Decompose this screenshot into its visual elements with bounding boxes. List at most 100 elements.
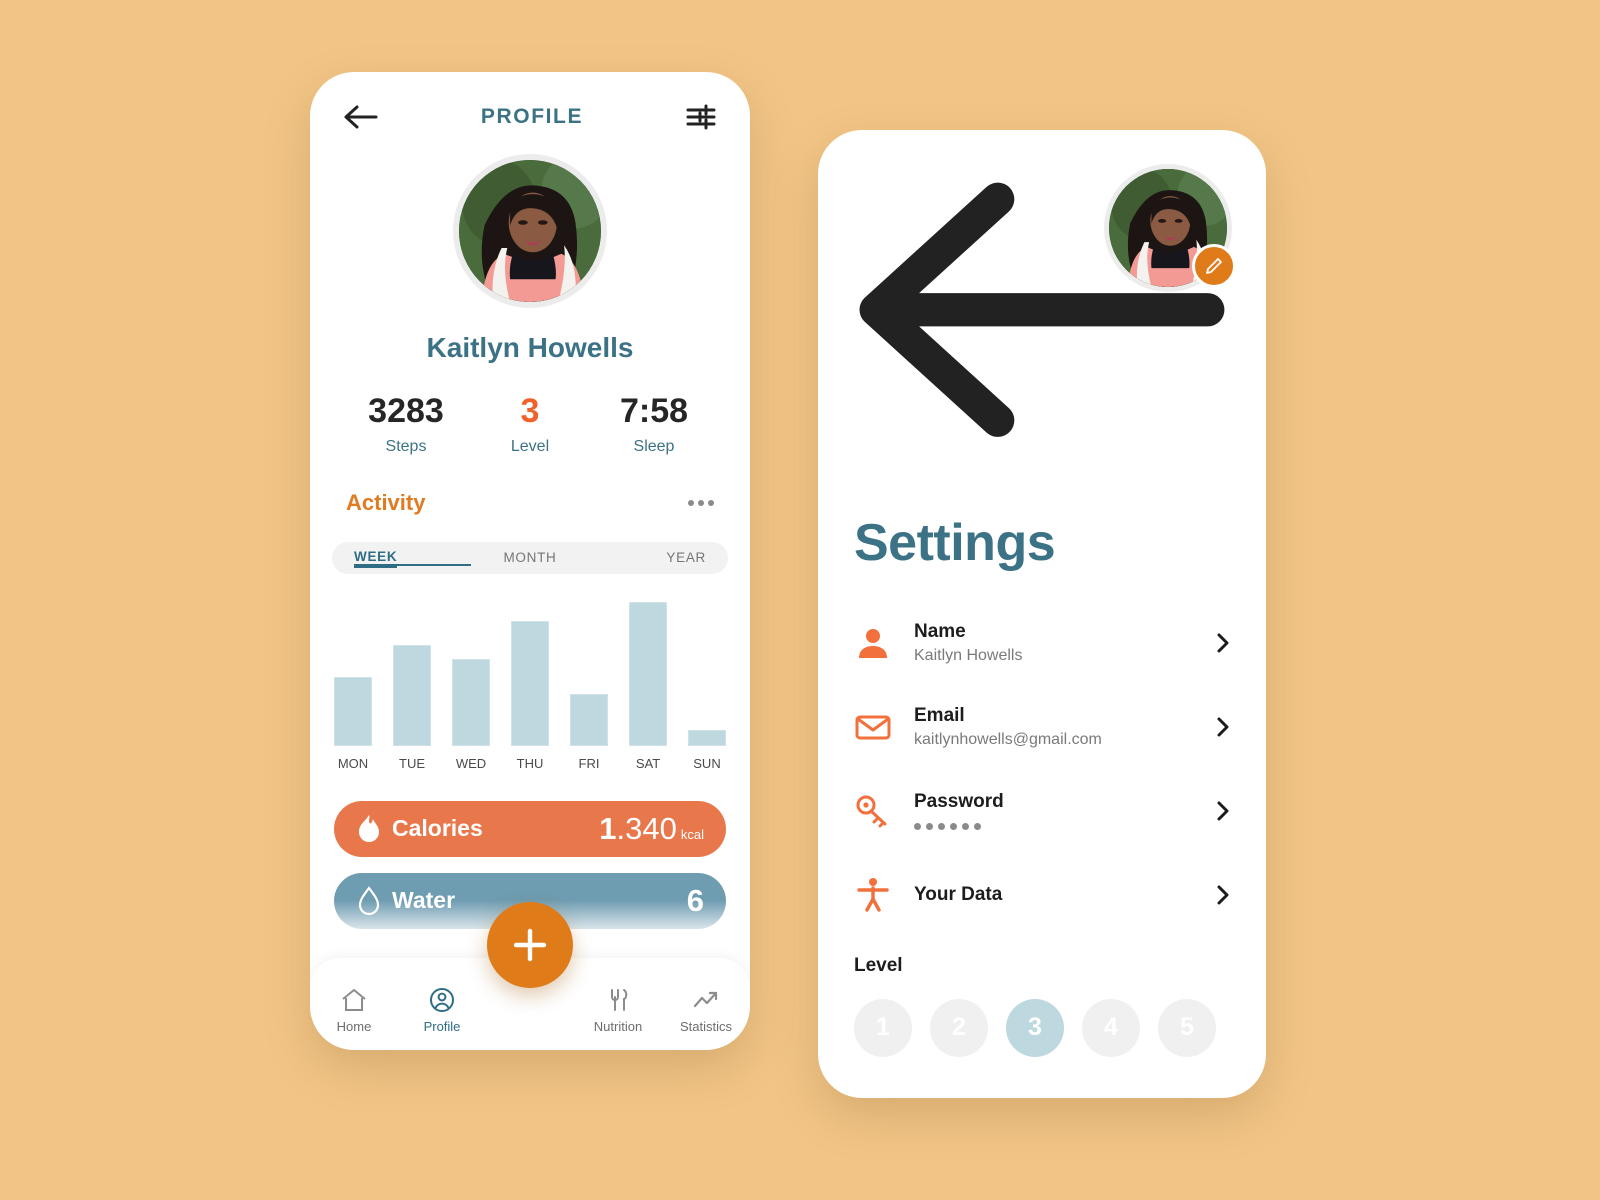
- stat-level: 3 Level: [468, 392, 592, 456]
- metric-name: Calories: [392, 815, 483, 842]
- level-option-3[interactable]: 3: [1006, 998, 1064, 1057]
- bar-label: THU: [516, 755, 544, 771]
- bar-column: [629, 596, 667, 746]
- calories-card[interactable]: Calories 1.340 kcal: [334, 800, 726, 857]
- bar: [688, 729, 726, 746]
- chevron-right-icon[interactable]: [1216, 800, 1230, 822]
- range-tab-month[interactable]: MONTH: [471, 550, 588, 565]
- nav-item-statistics[interactable]: Statistics: [662, 975, 750, 1034]
- stat-label: Sleep: [633, 437, 675, 455]
- home-icon: [340, 987, 368, 1013]
- setting-row-password[interactable]: Password: [854, 769, 1230, 853]
- level-selector: 12345: [854, 998, 1230, 1057]
- nav-item-profile[interactable]: Profile: [398, 975, 486, 1034]
- metric-value-main: 1: [599, 810, 617, 846]
- stat-label: Level: [510, 437, 550, 455]
- settings-list-secondary: Notification Social connections: [818, 1057, 1266, 1098]
- user-circle-icon: [428, 987, 456, 1013]
- metric-name: Water: [392, 887, 456, 914]
- flame-icon: [356, 814, 382, 844]
- settings-phone-frame: Settings Name Kaitlyn Howells Email kait…: [818, 130, 1266, 1098]
- setting-row-email[interactable]: Email kaitlynhowells@gmail.com: [854, 685, 1230, 769]
- activity-bar-chart: [334, 574, 726, 746]
- bar-column: [511, 596, 549, 746]
- activity-title: Activity: [346, 489, 426, 515]
- stat-steps: 3283 Steps: [344, 392, 468, 456]
- bar-label: MON: [337, 755, 369, 771]
- back-arrow-icon[interactable]: [344, 104, 378, 130]
- setting-label: Password: [914, 791, 1004, 813]
- metric-value-main: 6: [686, 882, 704, 918]
- avatar[interactable]: [1104, 164, 1236, 292]
- nav-label: Home: [336, 1018, 372, 1034]
- bar-column: [570, 596, 608, 746]
- settings-list: Name Kaitlyn Howells Email kaitlynhowell…: [818, 573, 1266, 937]
- password-masked-value: [914, 823, 1216, 831]
- page-title: Settings: [854, 513, 1056, 572]
- pencil-icon: [1206, 258, 1222, 274]
- level-option-4[interactable]: 4: [1082, 998, 1140, 1057]
- bar-column: [688, 596, 726, 746]
- avatar[interactable]: [453, 154, 607, 308]
- level-option-1[interactable]: 1: [854, 998, 912, 1057]
- avatar-photo: [459, 160, 601, 302]
- level-heading: Level: [854, 954, 903, 976]
- bar: [629, 601, 667, 746]
- profile-topbar: PROFILE: [310, 72, 750, 130]
- tune-sliders-icon[interactable]: [686, 104, 716, 130]
- fork-knife-icon: [604, 987, 632, 1013]
- metric-value: 6: [687, 883, 704, 919]
- chevron-right-icon[interactable]: [1216, 716, 1230, 738]
- range-tab-year[interactable]: YEAR: [589, 550, 706, 565]
- stats-row: 3283 Steps 3 Level 7:58 Sleep: [310, 392, 750, 456]
- setting-value: Kaitlyn Howells: [914, 646, 1023, 664]
- bar: [393, 644, 431, 746]
- metric-value-rest: .340: [616, 810, 677, 846]
- stat-value: 3: [520, 392, 540, 430]
- activity-header: Activity: [310, 456, 750, 516]
- stat-value: 7:58: [619, 392, 689, 430]
- bar: [452, 658, 490, 746]
- key-icon: [854, 792, 892, 830]
- add-button[interactable]: [487, 902, 573, 988]
- nav-item-home[interactable]: Home: [310, 975, 398, 1034]
- nav-label: Nutrition: [593, 1018, 643, 1034]
- bar-label: WED: [455, 755, 487, 771]
- bar-column: [393, 596, 431, 746]
- level-option-5[interactable]: 5: [1158, 998, 1216, 1057]
- stat-value: 3283: [368, 392, 444, 430]
- bar-label: SAT: [635, 755, 661, 771]
- setting-label: Your Data: [914, 883, 1003, 905]
- bar-label: TUE: [399, 755, 425, 771]
- range-tab-label: WEEK: [354, 549, 398, 569]
- stat-label: Steps: [385, 437, 427, 455]
- user-name: Kaitlyn Howells: [426, 332, 634, 363]
- level-option-2[interactable]: 2: [930, 998, 988, 1057]
- setting-row-name[interactable]: Name Kaitlyn Howells: [854, 601, 1230, 685]
- edit-avatar-button[interactable]: [1192, 244, 1236, 288]
- bar: [570, 693, 608, 746]
- setting-label: Email: [914, 704, 965, 726]
- chevron-right-icon[interactable]: [1216, 884, 1230, 906]
- settings-header: Settings: [818, 130, 1266, 573]
- bar-column: [334, 596, 372, 746]
- plus-icon: [513, 928, 547, 962]
- setting-row-notification[interactable]: Notification: [854, 1085, 1230, 1098]
- bar: [334, 676, 372, 746]
- bar-label: SUN: [693, 755, 721, 771]
- water-drop-icon: [356, 885, 382, 916]
- range-tab-week[interactable]: WEEK: [354, 549, 472, 569]
- setting-row-your-data[interactable]: Your Data: [854, 853, 1230, 937]
- nav-item-nutrition[interactable]: Nutrition: [574, 975, 662, 1034]
- bar-column: [452, 596, 490, 746]
- envelope-icon: [854, 708, 892, 746]
- back-arrow-icon[interactable]: [854, 182, 1230, 458]
- setting-label: Name: [914, 620, 966, 642]
- setting-value: kaitlynhowells@gmail.com: [914, 730, 1102, 748]
- chevron-right-icon[interactable]: [1216, 632, 1230, 654]
- more-horizontal-icon[interactable]: [688, 499, 714, 506]
- stat-sleep: 7:58 Sleep: [592, 392, 716, 456]
- page-title: PROFILE: [480, 105, 584, 128]
- metric-value: 1.340 kcal: [599, 811, 704, 847]
- nav-label: Statistics: [679, 1018, 732, 1034]
